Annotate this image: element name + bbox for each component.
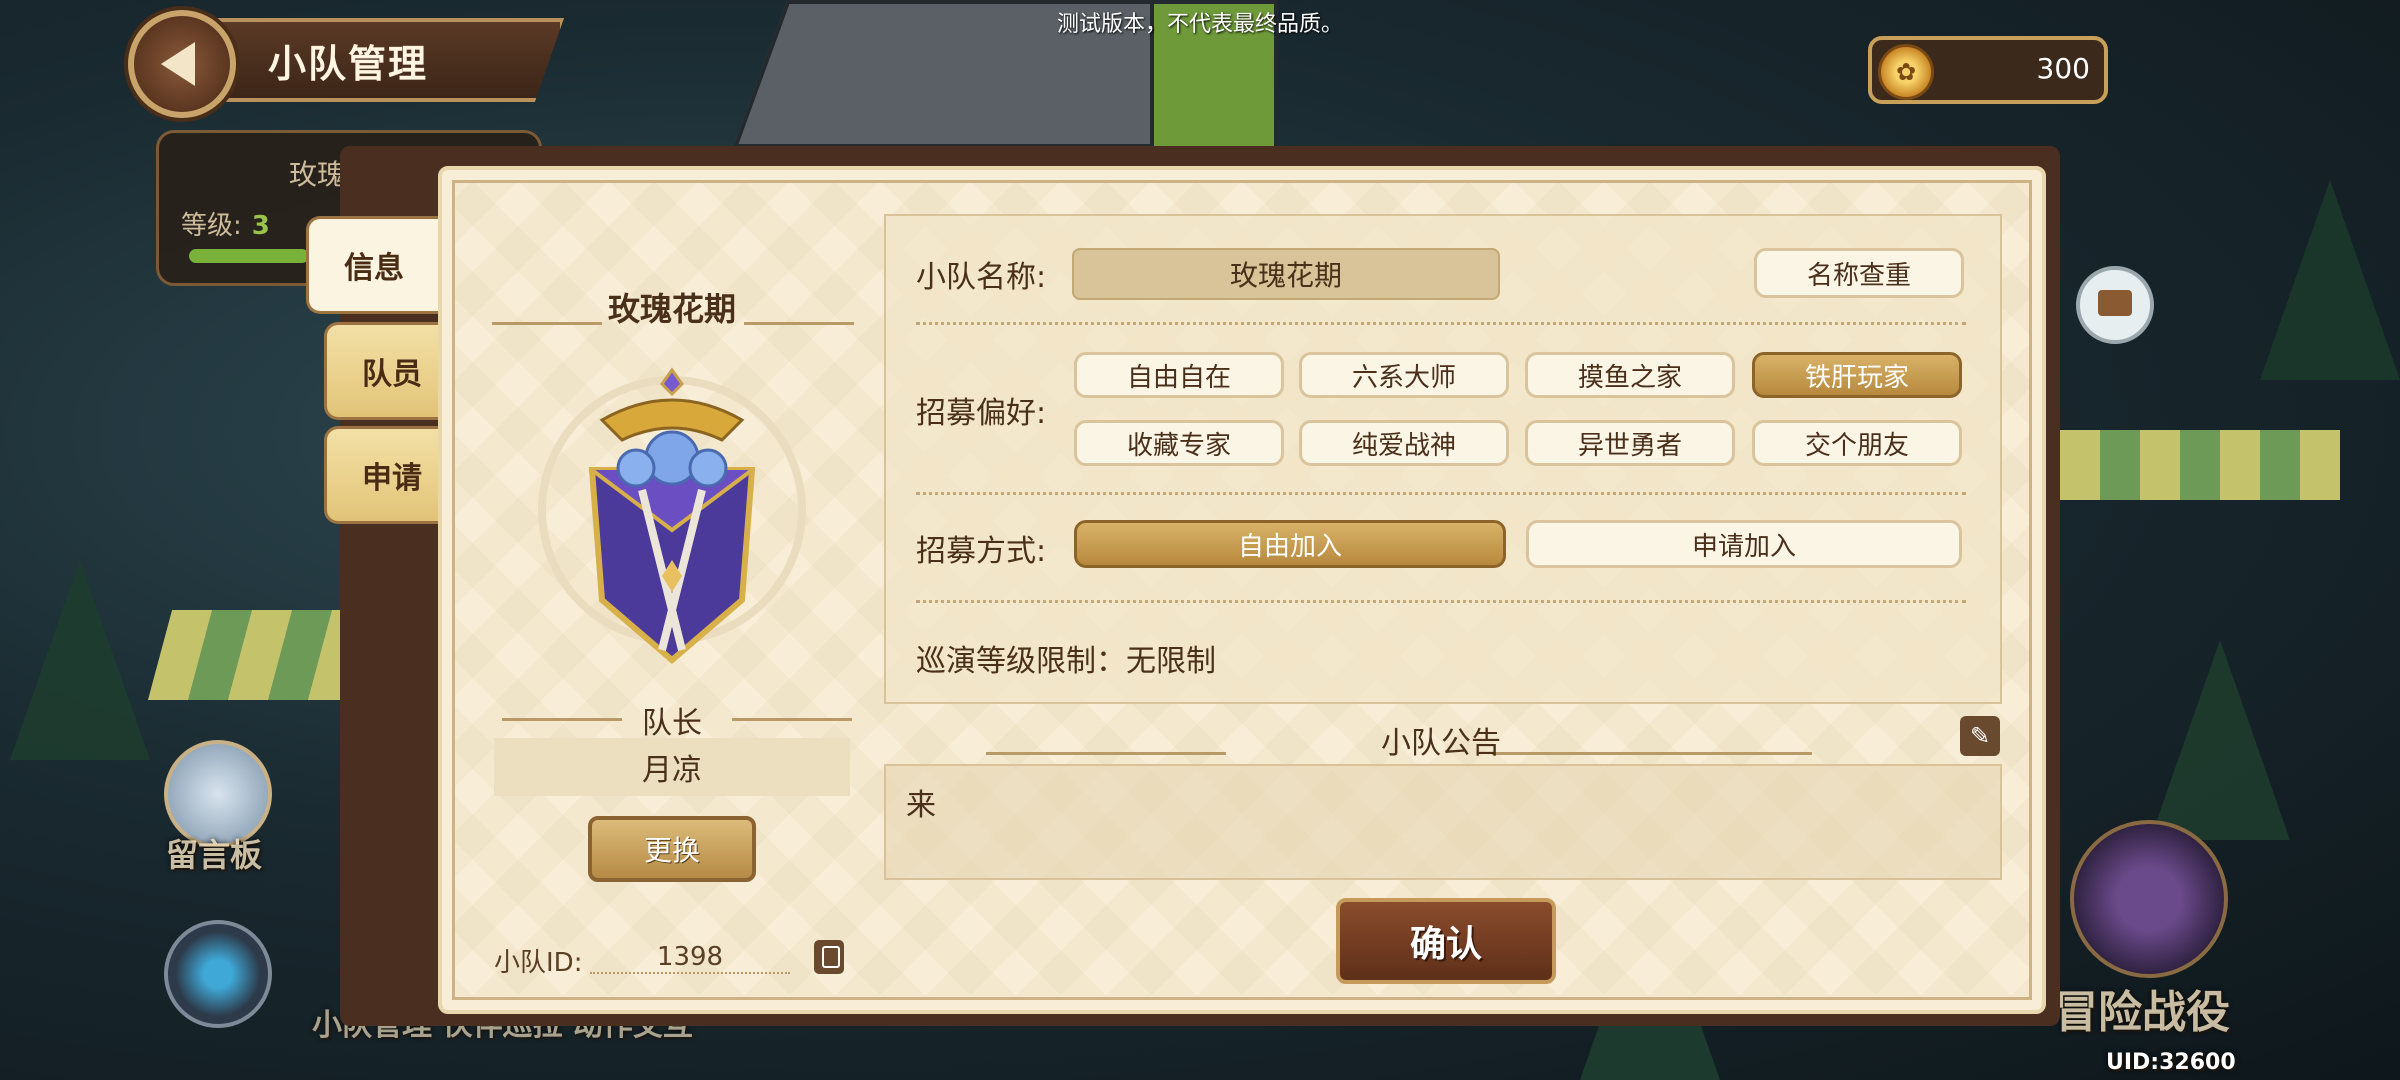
adventure-monster-icon[interactable] (2070, 820, 2228, 978)
recruit-pref-label: 招募偏好: (916, 396, 1047, 431)
confirm-button[interactable]: 确认 (1336, 898, 1556, 984)
message-board-label[interactable]: 留言板 (166, 830, 262, 876)
market-tent-right (2060, 430, 2340, 500)
team-id-value: 1398 (590, 942, 790, 974)
divider (916, 600, 1966, 603)
recruit-method-label: 招募方式: (916, 534, 1047, 569)
method-apply-join[interactable]: 申请加入 (1526, 520, 1962, 568)
change-leader-button[interactable]: 更换 (588, 816, 756, 882)
tree (2260, 180, 2400, 380)
uid-label: UID:32600 (2106, 1050, 2236, 1075)
leader-heading: 队长 (642, 706, 702, 741)
method-free-join[interactable]: 自由加入 (1074, 520, 1506, 568)
tab-info[interactable]: 信息 (306, 216, 439, 314)
back-button[interactable] (128, 10, 236, 118)
announcement-title: 小队公告 (1381, 726, 1501, 761)
pref-pure-love[interactable]: 纯爱战神 (1299, 420, 1509, 466)
compass-icon[interactable] (164, 920, 272, 1028)
copy-icon[interactable] (814, 940, 844, 974)
team-info-modal: 玫瑰花期 队长 月凉 更换 小队ID: 1398 小队名称: 玫瑰花期 名称查重… (438, 166, 2046, 1014)
announcement-text: 来 (906, 788, 936, 823)
pref-make-friends[interactable]: 交个朋友 (1752, 420, 1962, 466)
pref-slacker[interactable]: 摸鱼之家 (1525, 352, 1735, 398)
pref-hardcore[interactable]: 铁肝玩家 (1752, 352, 1962, 398)
team-name-label: 小队名称: (916, 260, 1047, 295)
team-emblem (538, 367, 806, 664)
tour-level-limit: 巡演等级限制：无限制 (916, 644, 1216, 679)
team-name-field[interactable]: 玫瑰花期 (1072, 248, 1500, 300)
pref-collector[interactable]: 收藏专家 (1074, 420, 1284, 466)
divider (916, 492, 1966, 495)
pref-isekai-hero[interactable]: 异世勇者 (1525, 420, 1735, 466)
currency-display[interactable]: ✿ 300 (1868, 36, 2108, 104)
team-summary-name: 玫瑰 (289, 158, 346, 191)
page-title: 小队管理 (268, 41, 429, 86)
adventure-label[interactable]: 冒险战役 (2054, 976, 2230, 1040)
leader-name: 月凉 (494, 738, 850, 796)
pref-free[interactable]: 自由自在 (1074, 352, 1284, 398)
pref-six-master[interactable]: 六系大师 (1299, 352, 1509, 398)
coin-icon: ✿ (1878, 44, 1934, 100)
back-arrow-icon (161, 42, 195, 86)
name-check-button[interactable]: 名称查重 (1754, 248, 1964, 298)
team-settings-panel: 小队名称: 玫瑰花期 名称查重 招募偏好: 自由自在 六系大师 摸鱼之家 铁肝玩… (884, 214, 2002, 704)
divider (916, 322, 1966, 325)
team-name-heading: 玫瑰花期 (607, 290, 736, 328)
pencil-icon[interactable]: ✎ (1960, 716, 2000, 756)
announcement-box: 来 (884, 764, 2002, 880)
tree (10, 560, 150, 760)
tree (2150, 640, 2290, 840)
title-plate: 小队管理 (200, 18, 564, 102)
team-level: 等级: 3 (181, 211, 270, 241)
currency-value: 300 (2036, 52, 2090, 85)
chat-bubble-icon[interactable] (2076, 266, 2154, 344)
team-id-label: 小队ID: (494, 948, 583, 978)
